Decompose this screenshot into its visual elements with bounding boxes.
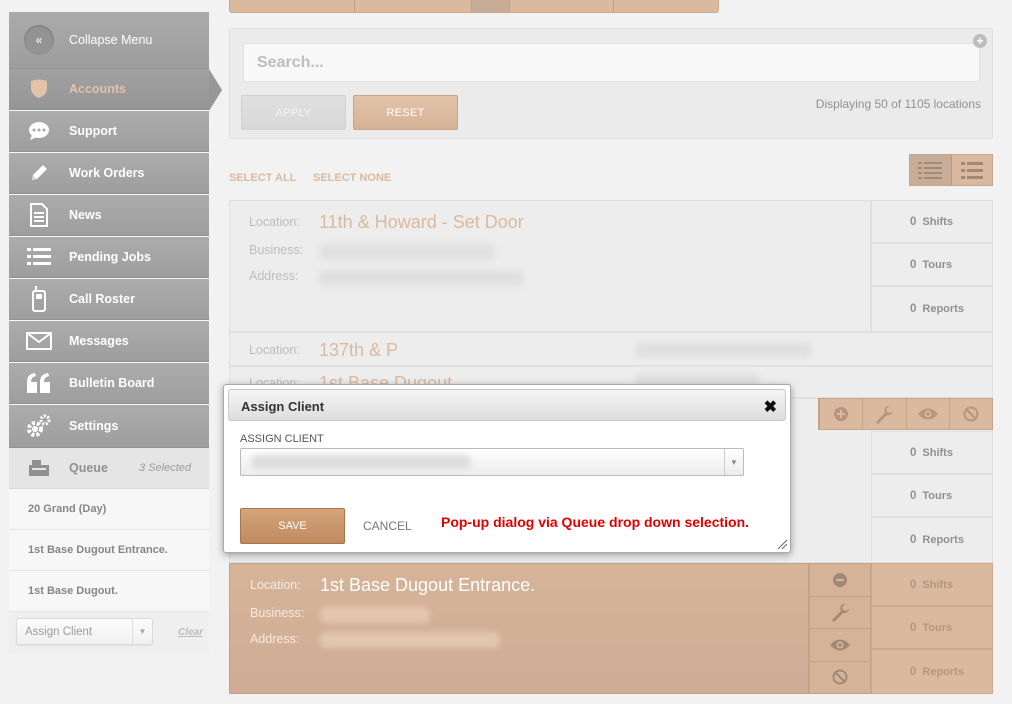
chevron-down-icon: ▼ <box>724 449 743 475</box>
dialog-title: Assign Client <box>241 399 325 414</box>
dialog-header[interactable]: Assign Client ✖ <box>228 389 786 421</box>
assign-client-label: ASSIGN CLIENT <box>240 433 324 445</box>
close-icon[interactable]: ✖ <box>764 397 777 417</box>
client-value-redacted <box>251 455 471 469</box>
cancel-button[interactable]: CANCEL <box>363 519 412 533</box>
annotation-text: Pop-up dialog via Queue drop down select… <box>441 514 750 530</box>
assign-client-select[interactable]: ▼ <box>240 448 744 476</box>
modal-backdrop <box>0 0 1012 704</box>
resize-grip-icon[interactable] <box>777 539 788 550</box>
save-button[interactable]: SAVE <box>240 508 345 544</box>
assign-client-dialog: Assign Client ✖ ASSIGN CLIENT ▼ SAVE CAN… <box>223 384 791 553</box>
